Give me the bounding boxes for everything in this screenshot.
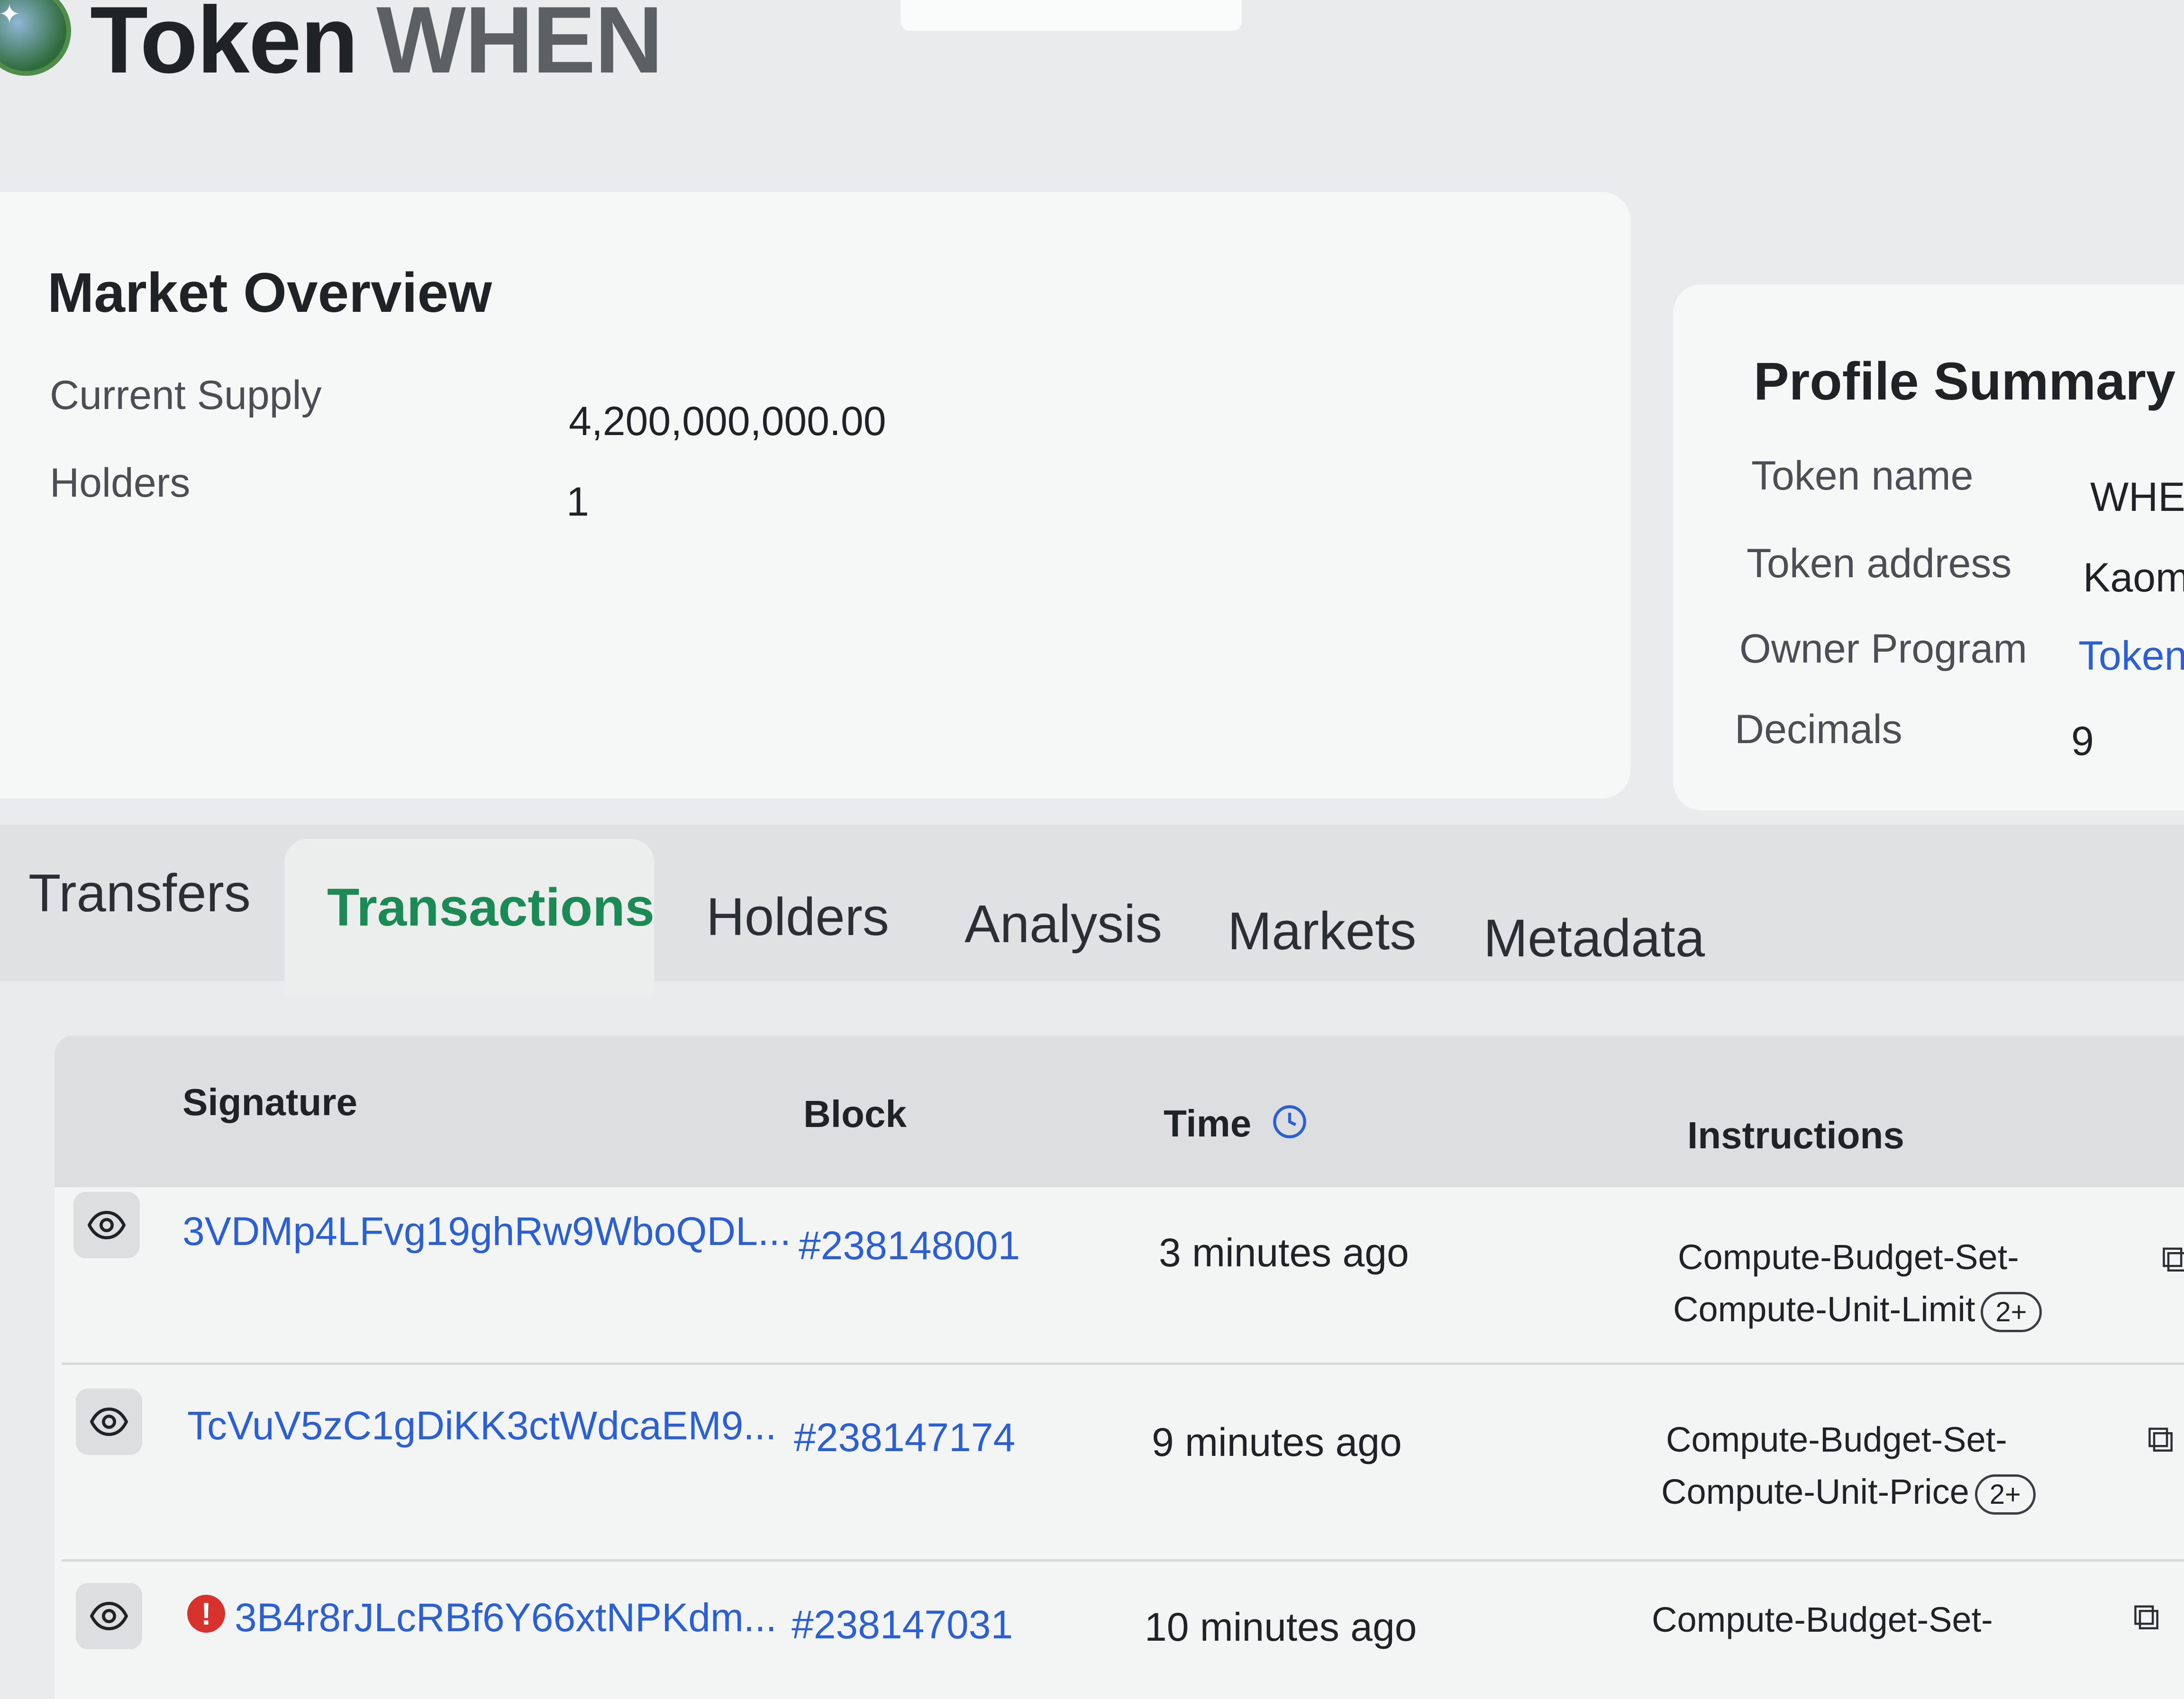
token-name-label: Token name [1751,453,1974,499]
more-instructions-badge[interactable]: 2+ [1975,1474,2036,1515]
error-icon: ! [187,1595,225,1633]
instruction-line: Compute-Budget-Set- [1652,1600,1993,1639]
column-instructions: Instructions [1687,1114,1904,1156]
page-title-prefix: Token [90,0,358,93]
instruction-line: Compute-Budget-Set- [1678,1237,2019,1277]
decimals-label: Decimals [1735,707,1902,752]
copy-icon[interactable]: ⧉ [2133,1595,2160,1639]
signature-link[interactable]: TcVuV5zC1gDiKK3ctWdcaEM9... [187,1403,776,1449]
clock-icon[interactable] [1272,1104,1308,1149]
signature-link[interactable]: 3VDMp4LFvg19ghRw9WboQDL... [182,1208,791,1254]
block-link[interactable]: #238148001 [799,1223,1020,1269]
instruction-line: Compute-Budget-Set- [1666,1420,2007,1459]
owner-program-link[interactable]: Token P [2078,633,2184,680]
time-cell: 3 minutes ago [1159,1230,1409,1275]
token-logo: ✦ [0,0,71,76]
column-block: Block [803,1093,907,1135]
token-name-value: WHEN [2090,474,2184,520]
view-transaction-button[interactable] [76,1389,142,1455]
holders-label: Holders [50,460,191,506]
instruction-line: Compute-Unit-Price 2+ [1661,1472,2036,1515]
block-link[interactable]: #238147031 [792,1602,1013,1648]
eye-icon [88,1210,126,1240]
table-header [55,1036,2184,1187]
tab-markets[interactable]: Markets [1228,900,1416,962]
column-time[interactable]: Time [1164,1102,1308,1149]
token-address-label: Token address [1747,541,2012,586]
more-instructions-badge[interactable]: 2+ [1981,1291,2042,1332]
tab-transactions[interactable]: Transactions [327,877,655,938]
row-divider [62,1363,2184,1365]
view-transaction-button[interactable] [73,1192,140,1258]
instruction-line: Compute-Unit-Limit 2+ [1673,1289,2042,1332]
instruction-name: Compute-Unit-Limit [1673,1290,1975,1329]
decimals-value: 9 [2071,718,2094,764]
row-divider [62,1559,2184,1562]
signature-link[interactable]: 3B4r8rJLcRBf6Y66xtNPKdm... [235,1595,777,1641]
eye-icon [90,1407,128,1436]
tab-analysis[interactable]: Analysis [965,893,1162,954]
view-transaction-button[interactable] [76,1583,142,1649]
token-logo-glyph: ✦ [0,0,21,29]
owner-program-label: Owner Program [1739,626,2027,672]
column-time-label: Time [1164,1102,1252,1145]
holders-value: 1 [566,479,589,525]
page-title-symbol: WHEN [376,0,663,93]
copy-icon[interactable]: ⧉ [2161,1237,2184,1281]
screen-glare [901,0,1242,31]
column-signature: Signature [182,1081,357,1123]
token-address-value: Kaomo [2083,555,2184,600]
market-overview-title: Market Overview [47,262,492,324]
tab-metadata[interactable]: Metadata [1483,908,1705,969]
copy-icon[interactable]: ⧉ [2147,1417,2174,1461]
profile-summary-title: Profile Summary [1754,352,2176,411]
time-cell: 10 minutes ago [1145,1605,1417,1649]
tab-holders[interactable]: Holders [706,886,889,947]
time-cell: 9 minutes ago [1152,1420,1402,1464]
tab-transfers[interactable]: Transfers [28,863,251,924]
block-link[interactable]: #238147174 [794,1415,1015,1461]
current-supply-value: 4,200,000,000.00 [569,399,886,444]
current-supply-label: Current Supply [50,373,322,418]
instruction-name: Compute-Unit-Price [1661,1472,1969,1511]
page-title: Token WHEN [90,0,663,95]
eye-icon [90,1601,128,1631]
